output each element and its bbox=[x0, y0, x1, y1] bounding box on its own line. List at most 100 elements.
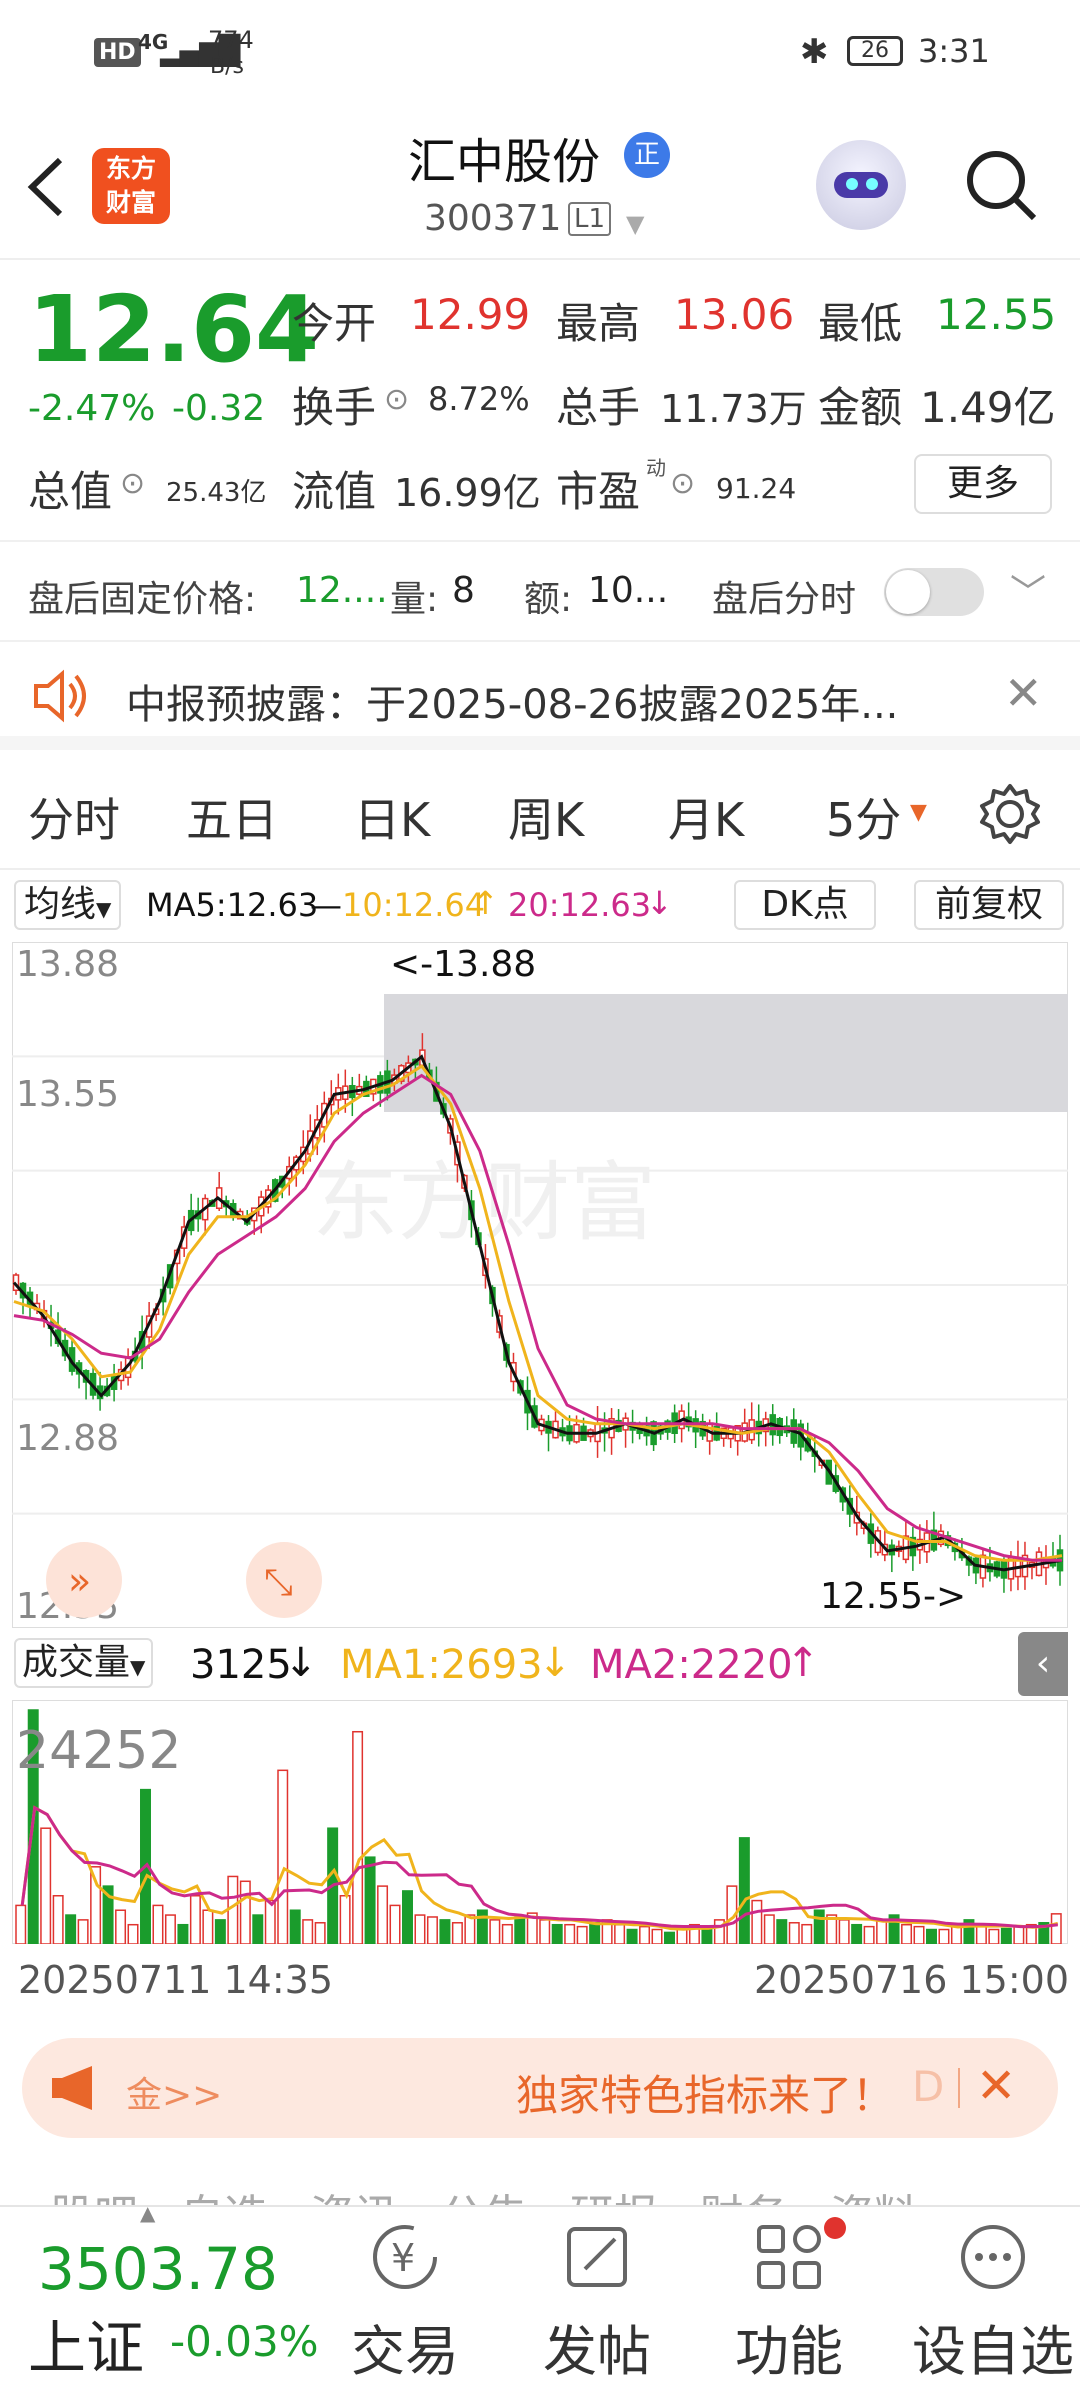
min-price-marker: 12.55-> bbox=[820, 1576, 966, 1617]
battery-level: 26 bbox=[861, 38, 889, 63]
info-icon[interactable]: ⊙ bbox=[120, 466, 145, 501]
expand-arrows-icon[interactable]: » bbox=[46, 1542, 122, 1618]
notice-text: 中报预披露：于2025-08-26披露2025年... bbox=[126, 682, 899, 728]
open-value: 12.99 bbox=[410, 290, 531, 339]
change-amount: -0.32 bbox=[172, 388, 266, 429]
more-label: 更多 bbox=[946, 463, 1019, 504]
tab-dropdown-icon[interactable]: ▼ bbox=[910, 800, 927, 825]
time-start: 20250711 14:35 bbox=[18, 1958, 334, 2002]
volume-max-label: 24252 bbox=[16, 1721, 181, 1781]
ma-selector[interactable]: 均线▼ bbox=[14, 880, 122, 930]
verified-badge: 正 bbox=[624, 132, 670, 178]
volume-bar bbox=[838, 1919, 850, 1944]
volume-bar bbox=[564, 1923, 576, 1944]
low-value: 12.55 bbox=[936, 290, 1057, 339]
vol-ma2-arrow-icon: ↑ bbox=[786, 1640, 820, 1686]
banner-cut-text: D bbox=[912, 2062, 945, 2111]
nav-functions[interactable]: 功能 bbox=[714, 2217, 864, 2386]
level-badge[interactable]: L1 bbox=[568, 202, 612, 236]
adjust-button[interactable]: 前复权 bbox=[914, 880, 1064, 930]
volume-bar bbox=[614, 1923, 626, 1944]
volume-bar bbox=[426, 1916, 438, 1944]
tab-timeshare[interactable]: 分时 bbox=[28, 784, 120, 850]
dk-button[interactable]: DK点 bbox=[734, 880, 876, 930]
banner-close-icon[interactable]: ✕ bbox=[976, 2058, 1016, 2114]
volume-bar bbox=[339, 1895, 351, 1944]
ma10-arrow-icon: ↑ bbox=[472, 884, 499, 922]
high-value: 13.06 bbox=[674, 290, 795, 339]
volume-bar bbox=[40, 1827, 52, 1944]
volume-selector[interactable]: 成交量▼ bbox=[14, 1638, 154, 1688]
float-value: 16.99亿 bbox=[394, 471, 541, 515]
tab-day-k[interactable]: 日K bbox=[354, 784, 430, 850]
volume-bar bbox=[813, 1909, 825, 1944]
speed-unit: B/s bbox=[210, 54, 244, 79]
after-hours-timeshare-label: 盘后分时 bbox=[712, 579, 857, 620]
stock-header: 东方 财富 汇中股份 正 300371 L1 ▼ bbox=[0, 110, 1080, 260]
hd-badge: HD bbox=[94, 38, 141, 67]
tab-five-day[interactable]: 五日 bbox=[186, 784, 278, 850]
volume-bar bbox=[214, 1919, 226, 1944]
volume-bar bbox=[801, 1923, 813, 1944]
index-ticker[interactable]: ▲ 3503.78 上证 -0.03% bbox=[0, 2201, 330, 2400]
app-logo[interactable]: 东方 财富 bbox=[92, 148, 170, 224]
ma5-label: MA5:12.63 bbox=[146, 886, 319, 924]
info-icon[interactable]: ⊙ bbox=[670, 466, 695, 501]
more-button[interactable]: 更多 bbox=[914, 454, 1052, 514]
volume-bar bbox=[539, 1919, 551, 1944]
volume-bar bbox=[476, 1909, 488, 1944]
volume-bar bbox=[1013, 1925, 1025, 1944]
promo-banner[interactable]: 金>> 独家特色指标来了！ D ✕ bbox=[22, 2038, 1058, 2138]
notification-dot bbox=[824, 2217, 846, 2239]
volume-selector-label: 成交量 bbox=[22, 1642, 131, 1683]
y-axis-mid: 13.55 bbox=[16, 1074, 119, 1115]
index-name: 上证 bbox=[28, 2314, 145, 2382]
kline-chart[interactable]: 东方财富 13.88 13.55 12.88 12.55 <-13.88 12.… bbox=[12, 942, 1068, 1628]
volume-bar bbox=[202, 1909, 214, 1944]
info-icon[interactable]: ⊙ bbox=[384, 382, 409, 417]
float-label: 流值 bbox=[292, 467, 377, 516]
tab-month-k[interactable]: 月K bbox=[668, 784, 744, 850]
volume-bar bbox=[52, 1895, 64, 1944]
y-axis-top: 13.88 bbox=[16, 944, 119, 985]
nav-post[interactable]: 发帖 bbox=[522, 2217, 672, 2386]
tab-week-k[interactable]: 周K bbox=[508, 784, 584, 850]
after-hours-toggle[interactable] bbox=[884, 568, 984, 616]
content-tabs-peek[interactable]: 股吧 自选 资讯 公告 研报 财务 资料 bbox=[50, 2180, 918, 2206]
dropdown-caret-icon[interactable]: ▼ bbox=[626, 210, 644, 238]
nav-add-watchlist[interactable]: 设自选 bbox=[906, 2217, 1080, 2386]
back-button[interactable] bbox=[22, 152, 72, 222]
after-hours-price-label: 盘后固定价格: bbox=[28, 579, 257, 620]
candle bbox=[1035, 1547, 1043, 1577]
collapse-panel-button[interactable]: ‹ bbox=[1018, 1632, 1068, 1696]
badge-text: 正 bbox=[633, 140, 660, 170]
pe-value: 91.24 bbox=[716, 472, 797, 505]
index-value: 3503.78 bbox=[38, 2235, 278, 2303]
volume-bar bbox=[277, 1769, 289, 1944]
volume-chart[interactable]: 24252 bbox=[12, 1700, 1068, 1944]
nav-add-watchlist-label: 设自选 bbox=[912, 2320, 1074, 2383]
fullscreen-icon[interactable]: ⤡ bbox=[246, 1542, 322, 1618]
volume-bar bbox=[1000, 1927, 1012, 1944]
volume-bar bbox=[938, 1928, 950, 1944]
search-button[interactable] bbox=[962, 146, 1042, 226]
settings-gear-icon[interactable] bbox=[978, 782, 1042, 850]
mktcap-label: 总值 bbox=[28, 467, 113, 516]
turnover-value: 8.72% bbox=[428, 380, 530, 418]
volume-label: 总手 bbox=[556, 383, 641, 432]
amount-label: 金额 bbox=[818, 383, 903, 432]
volume-bar bbox=[551, 1923, 563, 1944]
nav-trade[interactable]: ¥ 交易 bbox=[330, 2217, 480, 2386]
after-hours-amt-label: 额: bbox=[524, 579, 573, 620]
chevron-down-icon[interactable]: ﹀ bbox=[1010, 564, 1046, 616]
robot-avatar-icon[interactable] bbox=[816, 140, 906, 230]
volume-bar bbox=[15, 1904, 27, 1944]
y-axis-low: 12.88 bbox=[16, 1418, 119, 1459]
page-title: 汇中股份 bbox=[408, 134, 601, 190]
volume-current-arrow-icon: ↓ bbox=[284, 1640, 318, 1686]
close-icon[interactable]: ✕ bbox=[1004, 666, 1043, 720]
volume-bar bbox=[414, 1914, 426, 1944]
tab-5min[interactable]: 5分 bbox=[826, 784, 901, 850]
svg-text:¥: ¥ bbox=[391, 2236, 415, 2280]
notice-banner[interactable]: 中报预披露：于2025-08-26披露2025年... ✕ bbox=[0, 640, 1080, 750]
